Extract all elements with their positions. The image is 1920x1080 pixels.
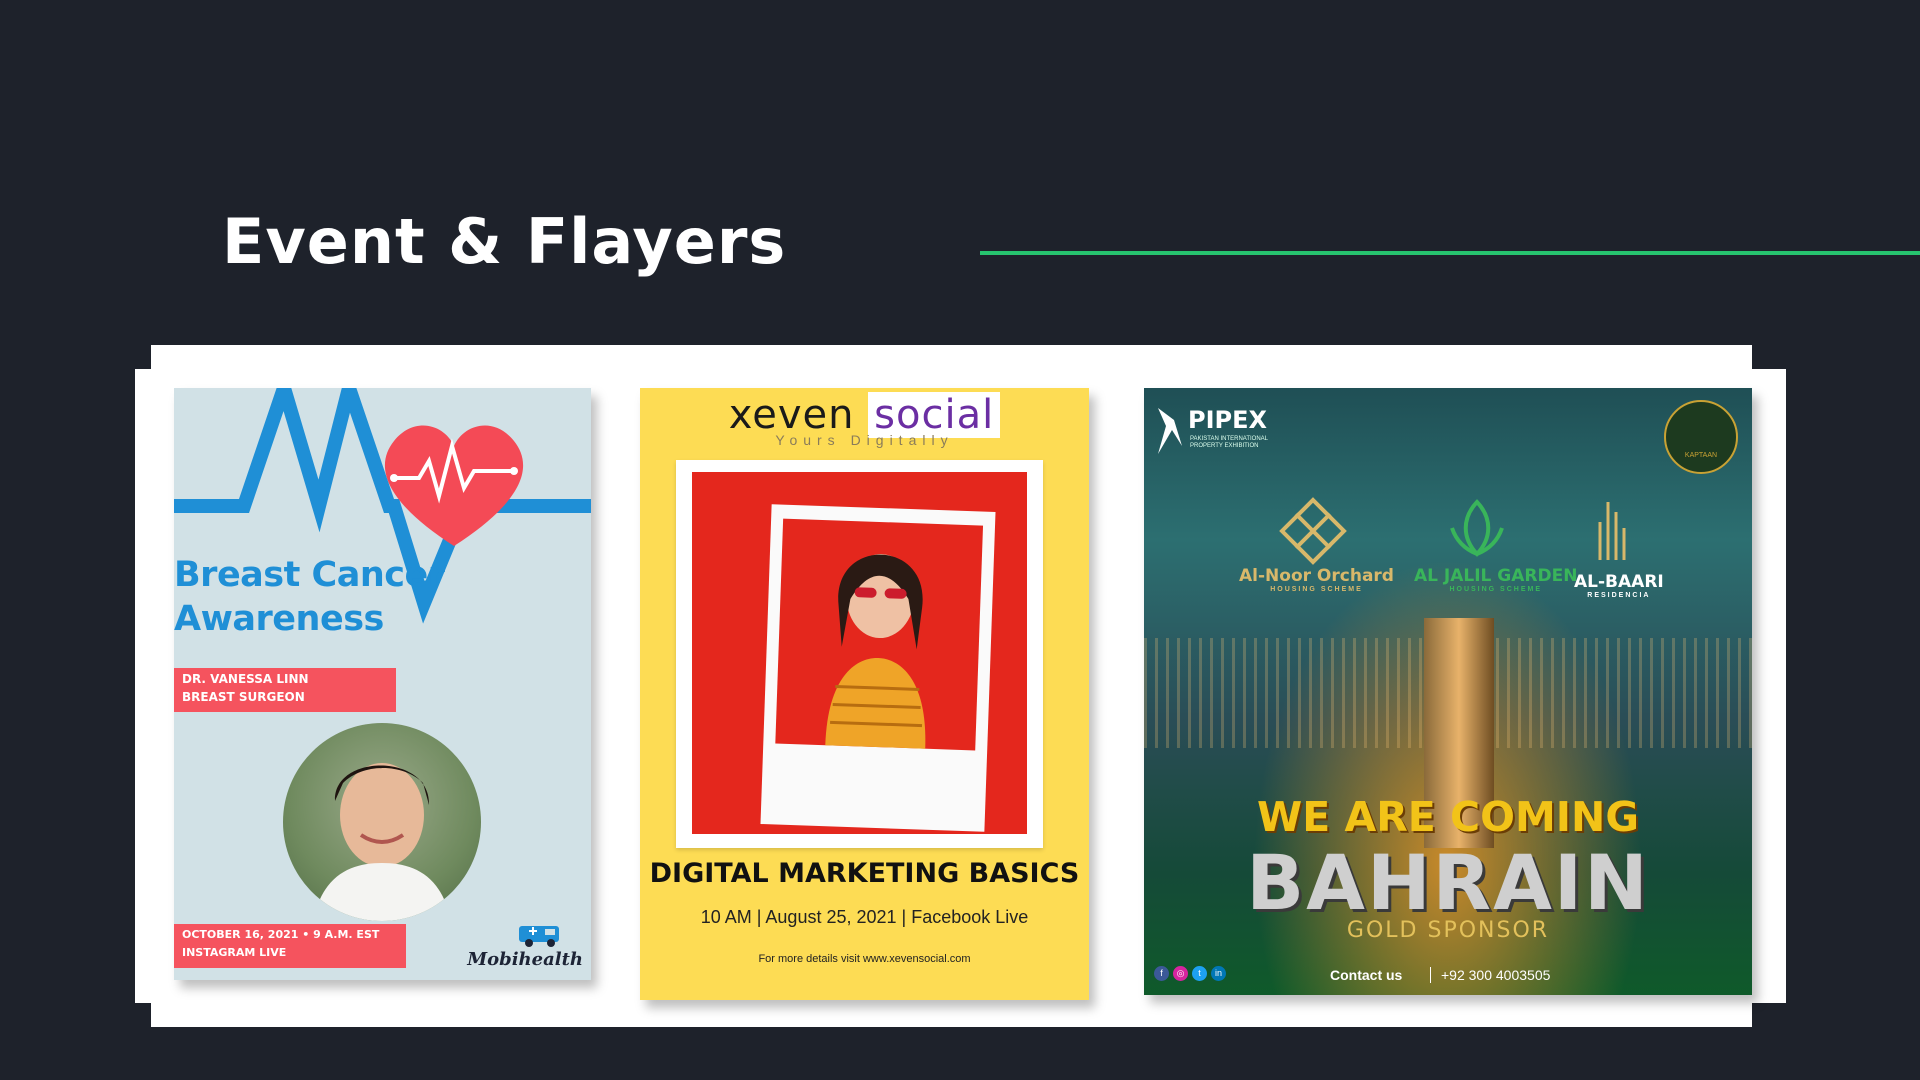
speaker-tag: DR. VANESSA LINN BREAST SURGEON: [174, 668, 396, 712]
facebook-icon[interactable]: f: [1154, 966, 1169, 981]
photo-frame: [676, 460, 1043, 848]
logo-al-baari: AL-BAARI RESIDENCIA: [1574, 572, 1664, 599]
flyer-headline: Breast Cancer Awareness: [174, 555, 445, 639]
linkedin-icon[interactable]: in: [1211, 966, 1226, 981]
title-accent-rule: [980, 251, 1920, 255]
al-jalil-logo-icon: [1450, 499, 1504, 557]
headline-location: BAHRAIN: [1246, 838, 1650, 927]
flyer-breast-cancer[interactable]: Breast Cancer Awareness DR. VANESSA LINN…: [174, 388, 591, 980]
heartbeat-heart-icon: [384, 425, 524, 546]
flyer-bahrain[interactable]: PIPEX PAKISTAN INTERNATIONAL PROPERTY EX…: [1144, 388, 1752, 995]
event-date-tag: OCTOBER 16, 2021 • 9 A.M. EST INSTAGRAM …: [174, 924, 406, 968]
brand-name: Mobihealth: [467, 949, 583, 970]
logo-al-noor: Al-Noor Orchard HOUSING SCHEME: [1239, 566, 1394, 593]
organizer-subtitle: PAKISTAN INTERNATIONAL PROPERTY EXHIBITI…: [1190, 436, 1268, 449]
contact-phone[interactable]: +92 300 4003505: [1430, 967, 1550, 983]
headline-coming: WE ARE COMING: [1256, 793, 1640, 841]
sponsor-level: GOLD SPONSOR: [1346, 918, 1550, 943]
speaker-photo: [283, 723, 481, 921]
ambulance-icon: [519, 926, 559, 947]
pipex-logo-icon: [1158, 408, 1182, 454]
flyer-heading: DIGITAL MARKETING BASICS: [649, 858, 1080, 889]
instagram-icon[interactable]: ◎: [1173, 966, 1188, 981]
contact-label: Contact us: [1330, 967, 1403, 983]
slide-title: Event & Flayers: [222, 205, 787, 278]
al-baari-logo-icon: [1598, 502, 1626, 560]
event-details: 10 AM | August 25, 2021 | Facebook Live: [700, 907, 1029, 927]
polaroid-photo: [760, 504, 996, 832]
website-note: For more details visit www.xevensocial.c…: [758, 953, 971, 965]
brand-tagline: Yours Digitally: [775, 432, 954, 448]
social-icons: f ◎ t in: [1154, 966, 1226, 981]
al-noor-logo-icon: [1279, 497, 1347, 565]
flyer-digital-marketing[interactable]: xeven social Yours Digitally DIGITAL MAR…: [640, 388, 1089, 1000]
twitter-icon[interactable]: t: [1192, 966, 1207, 981]
organizer-name: PIPEX: [1188, 406, 1268, 434]
sponsor-badge: KAPTAAN: [1664, 400, 1738, 474]
logo-al-jalil: AL JALIL GARDEN HOUSING SCHEME: [1414, 566, 1578, 593]
